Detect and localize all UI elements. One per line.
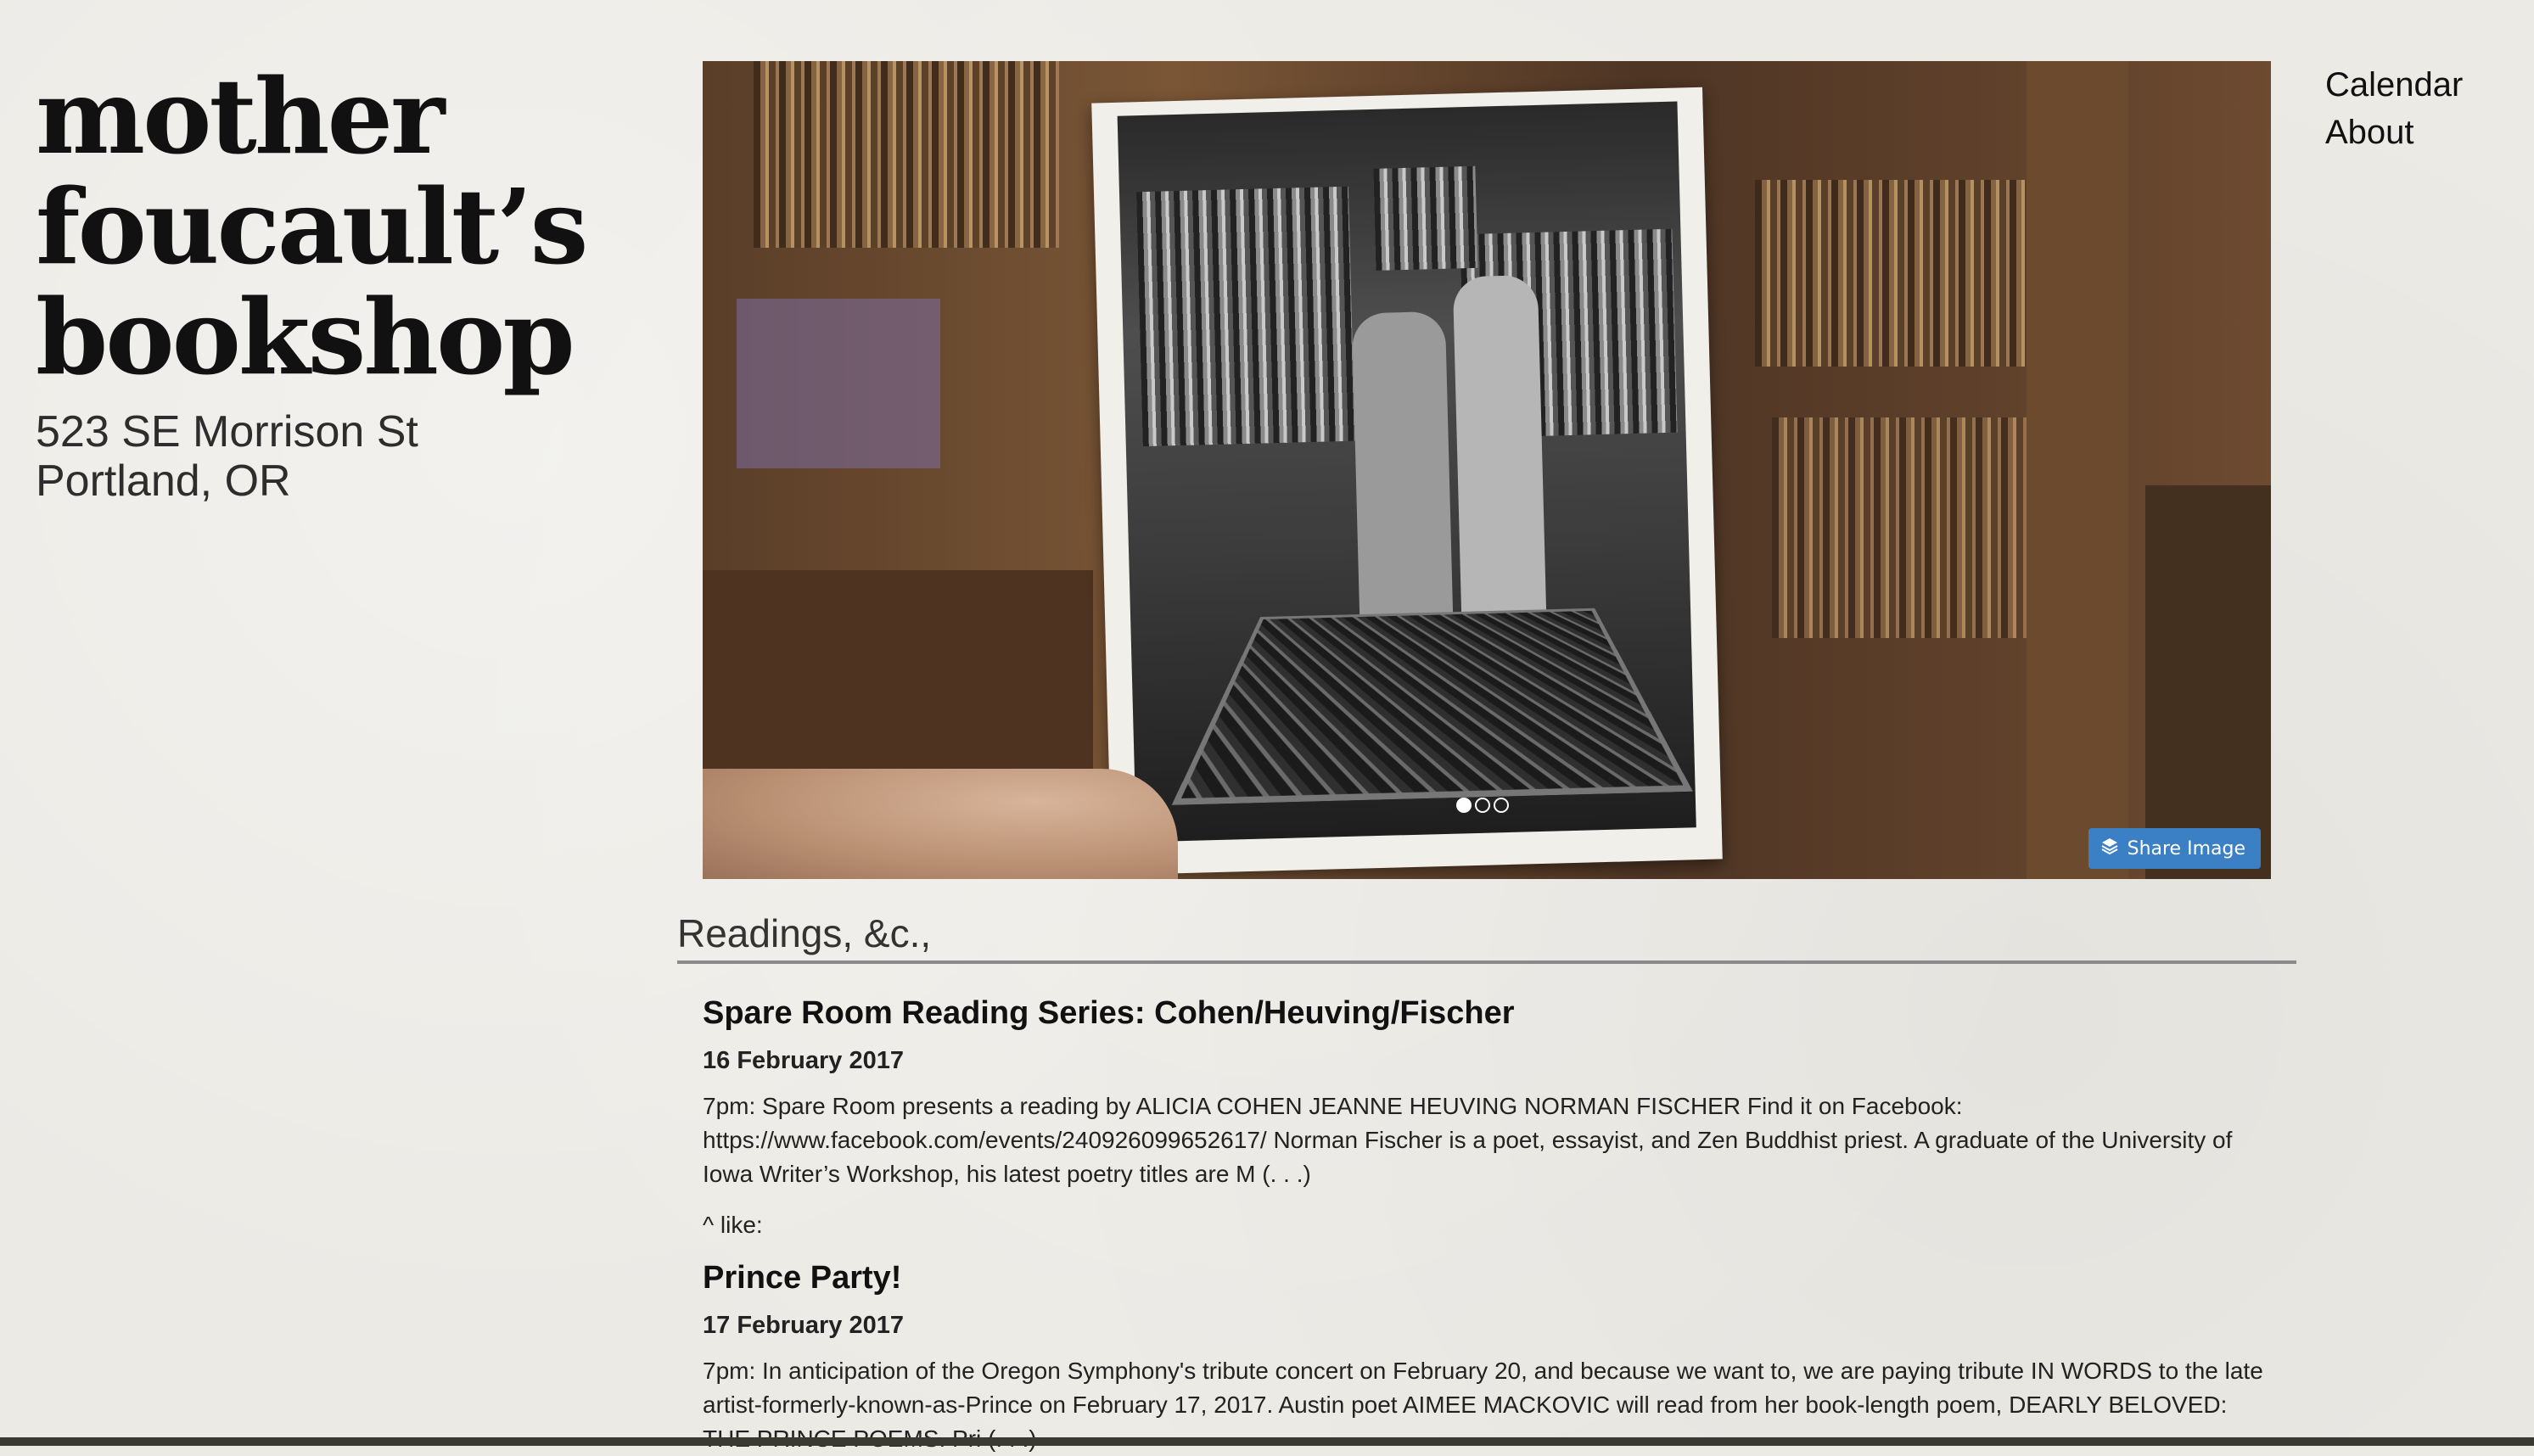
store-address: 523 SE Morrison St Portland, OR (36, 407, 579, 506)
slide-dot-3[interactable] (1494, 798, 1509, 813)
nav-about-link[interactable]: About (2325, 109, 2463, 156)
event-item: Spare Room Reading Series: Cohen/Heuving… (703, 988, 2271, 1191)
main-nav: Calendar About (2325, 61, 2463, 156)
events-list: Spare Room Reading Series: Cohen/Heuving… (703, 988, 2271, 1456)
slide-dot-2[interactable] (1475, 798, 1490, 813)
address-city: Portland, OR (36, 456, 579, 506)
nav-calendar-link[interactable]: Calendar (2325, 61, 2463, 109)
vintage-photo-print (1091, 87, 1723, 876)
address-street: 523 SE Morrison St (36, 407, 579, 456)
site-logo-link[interactable]: mother foucault’s bookshop (36, 61, 579, 392)
brand-line-2: foucault’s (36, 171, 579, 282)
layers-icon (2100, 837, 2119, 860)
share-image-button[interactable]: Share Image (2088, 828, 2261, 869)
slide-indicator (1456, 798, 1509, 813)
section-title: Readings, &c., (677, 908, 2296, 964)
event-date: 17 February 2017 (703, 1303, 2271, 1347)
like-label: ^ like: (703, 1208, 2271, 1242)
share-image-label: Share Image (2128, 838, 2245, 860)
slide-dot-1[interactable] (1456, 798, 1472, 813)
event-item: Prince Party! 17 February 2017 7pm: In a… (703, 1252, 2271, 1456)
event-description: 7pm: Spare Room presents a reading by AL… (703, 1089, 2271, 1191)
brand-block: mother foucault’s bookshop 523 SE Morris… (36, 61, 579, 506)
event-title-link[interactable]: Spare Room Reading Series: Cohen/Heuving… (703, 988, 2271, 1039)
hand-holding-photo (703, 769, 1178, 879)
brand-line-1: mother (36, 61, 579, 171)
hero-slideshow[interactable]: Share Image (703, 61, 2271, 879)
bottom-edge-bar (0, 1437, 2534, 1446)
event-title-link[interactable]: Prince Party! (703, 1252, 2271, 1303)
brand-line-3: bookshop (36, 282, 579, 392)
event-date: 16 February 2017 (703, 1039, 2271, 1083)
